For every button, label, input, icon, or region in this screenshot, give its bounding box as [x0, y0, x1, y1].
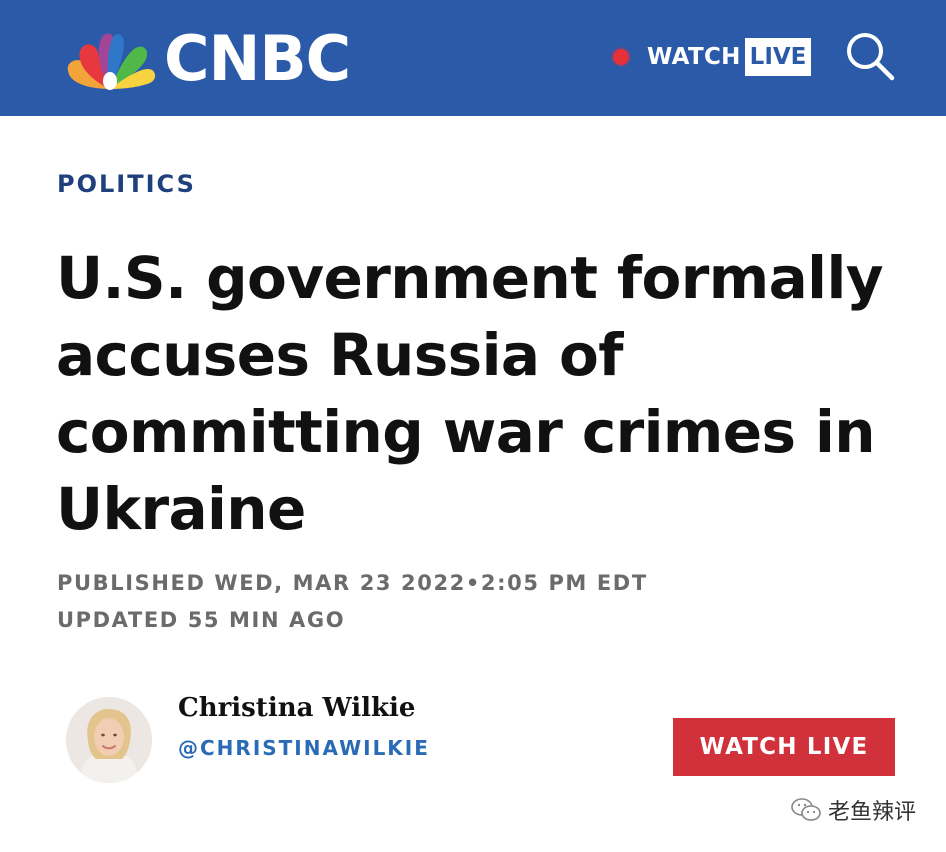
- author-avatar[interactable]: [66, 697, 152, 783]
- watch-label: WATCH: [647, 44, 741, 70]
- cnbc-wordmark: CNBC: [164, 22, 351, 95]
- author-twitter-handle[interactable]: @CHRISTINAWILKIE: [178, 736, 430, 760]
- article-headline: U.S. government formally accuses Russia …: [56, 244, 884, 543]
- search-icon: [847, 33, 895, 81]
- wechat-icon: [791, 798, 821, 821]
- published-timestamp: PUBLISHED WED, MAR 23 2022•2:05 PM EDT: [57, 571, 648, 595]
- live-label-badge: LIVE: [744, 38, 812, 76]
- watch-live-header-link[interactable]: WATCH LIVE: [613, 34, 812, 80]
- top-nav-bar: CNBC WATCH LIVE: [0, 0, 946, 116]
- peacock-logo-icon: [67, 33, 156, 90]
- watch-live-button[interactable]: WATCH LIVE: [673, 718, 895, 776]
- watermark-text: 老鱼辣评: [828, 800, 917, 825]
- search-button[interactable]: [842, 28, 898, 84]
- author-name[interactable]: Christina Wilkie: [178, 693, 415, 723]
- section-tag[interactable]: POLITICS: [57, 170, 196, 198]
- updated-timestamp: UPDATED 55 MIN AGO: [57, 608, 346, 632]
- watermark: 老鱼辣评: [790, 793, 916, 827]
- cnbc-logo[interactable]: CNBC: [60, 18, 351, 100]
- live-indicator-dot: [613, 49, 629, 65]
- author-photo-icon: [66, 697, 152, 783]
